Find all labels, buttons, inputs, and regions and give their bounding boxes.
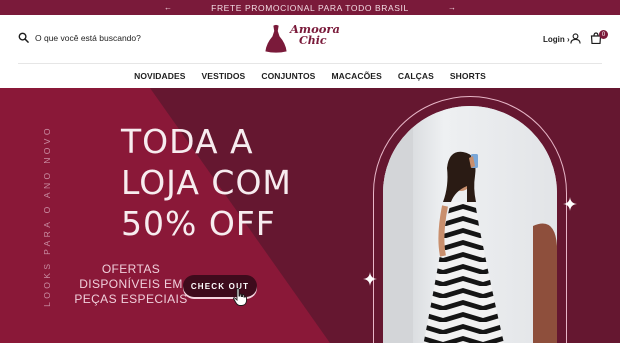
login-link[interactable]: Login › — [543, 35, 570, 44]
arrow-right-icon[interactable]: → — [445, 0, 459, 15]
login-label: Login — [543, 35, 565, 44]
arrow-left-icon[interactable]: ← — [161, 0, 175, 15]
user-icon[interactable] — [570, 33, 581, 44]
logo-line-2: Chic — [299, 34, 327, 47]
main-nav: NOVIDADES VESTIDOS CONJUNTOS MACACÕES CA… — [0, 64, 620, 88]
offer-text: OFERTAS DISPONÍVEIS EM PEÇAS ESPECIAIS — [66, 262, 196, 307]
nav-item-conjuntos[interactable]: CONJUNTOS — [261, 71, 315, 81]
nav-item-novidades[interactable]: NOVIDADES — [134, 71, 185, 81]
search-placeholder: O que você está buscando? — [35, 32, 141, 43]
search-icon — [18, 32, 29, 43]
nav-item-vestidos[interactable]: VESTIDOS — [202, 71, 246, 81]
search-input[interactable]: O que você está buscando? — [18, 32, 141, 43]
offer-line-1: OFERTAS — [101, 262, 161, 276]
model-photo — [383, 106, 557, 343]
cart-count-badge: 0 — [599, 30, 608, 39]
hand-pointer-icon — [233, 288, 247, 306]
announcement-text: FRETE PROMOCIONAL PARA TODO BRASIL — [211, 2, 409, 13]
offer-line-2: DISPONÍVEIS EM — [79, 277, 183, 291]
headline-line-3: 50% OFF — [121, 204, 276, 243]
dress-logo-icon — [265, 24, 287, 53]
nav-item-macacoes[interactable]: MACACÕES — [331, 71, 381, 81]
sparkle-icon — [563, 197, 577, 211]
model-dress-image — [383, 106, 557, 343]
headline-line-2: LOJA COM — [121, 163, 292, 202]
offer-line-3: PEÇAS ESPECIAIS — [74, 292, 188, 306]
site-header: O que você está buscando? Amoora Chic Lo… — [0, 15, 620, 63]
announcement-bar: ← FRETE PROMOCIONAL PARA TODO BRASIL → — [0, 0, 620, 15]
nav-item-calcas[interactable]: CALÇAS — [398, 71, 434, 81]
sparkle-icon — [363, 272, 377, 286]
nav-item-shorts[interactable]: SHORTS — [450, 71, 486, 81]
hero-headline: TODA A LOJA COM 50% OFF — [121, 121, 361, 244]
headline-line-1: TODA A — [121, 122, 254, 161]
store-logo[interactable]: Amoora Chic — [264, 20, 346, 58]
hero-banner[interactable]: LOOKS PARA O ANO NOVO TODA A LOJA COM 50… — [0, 88, 620, 343]
